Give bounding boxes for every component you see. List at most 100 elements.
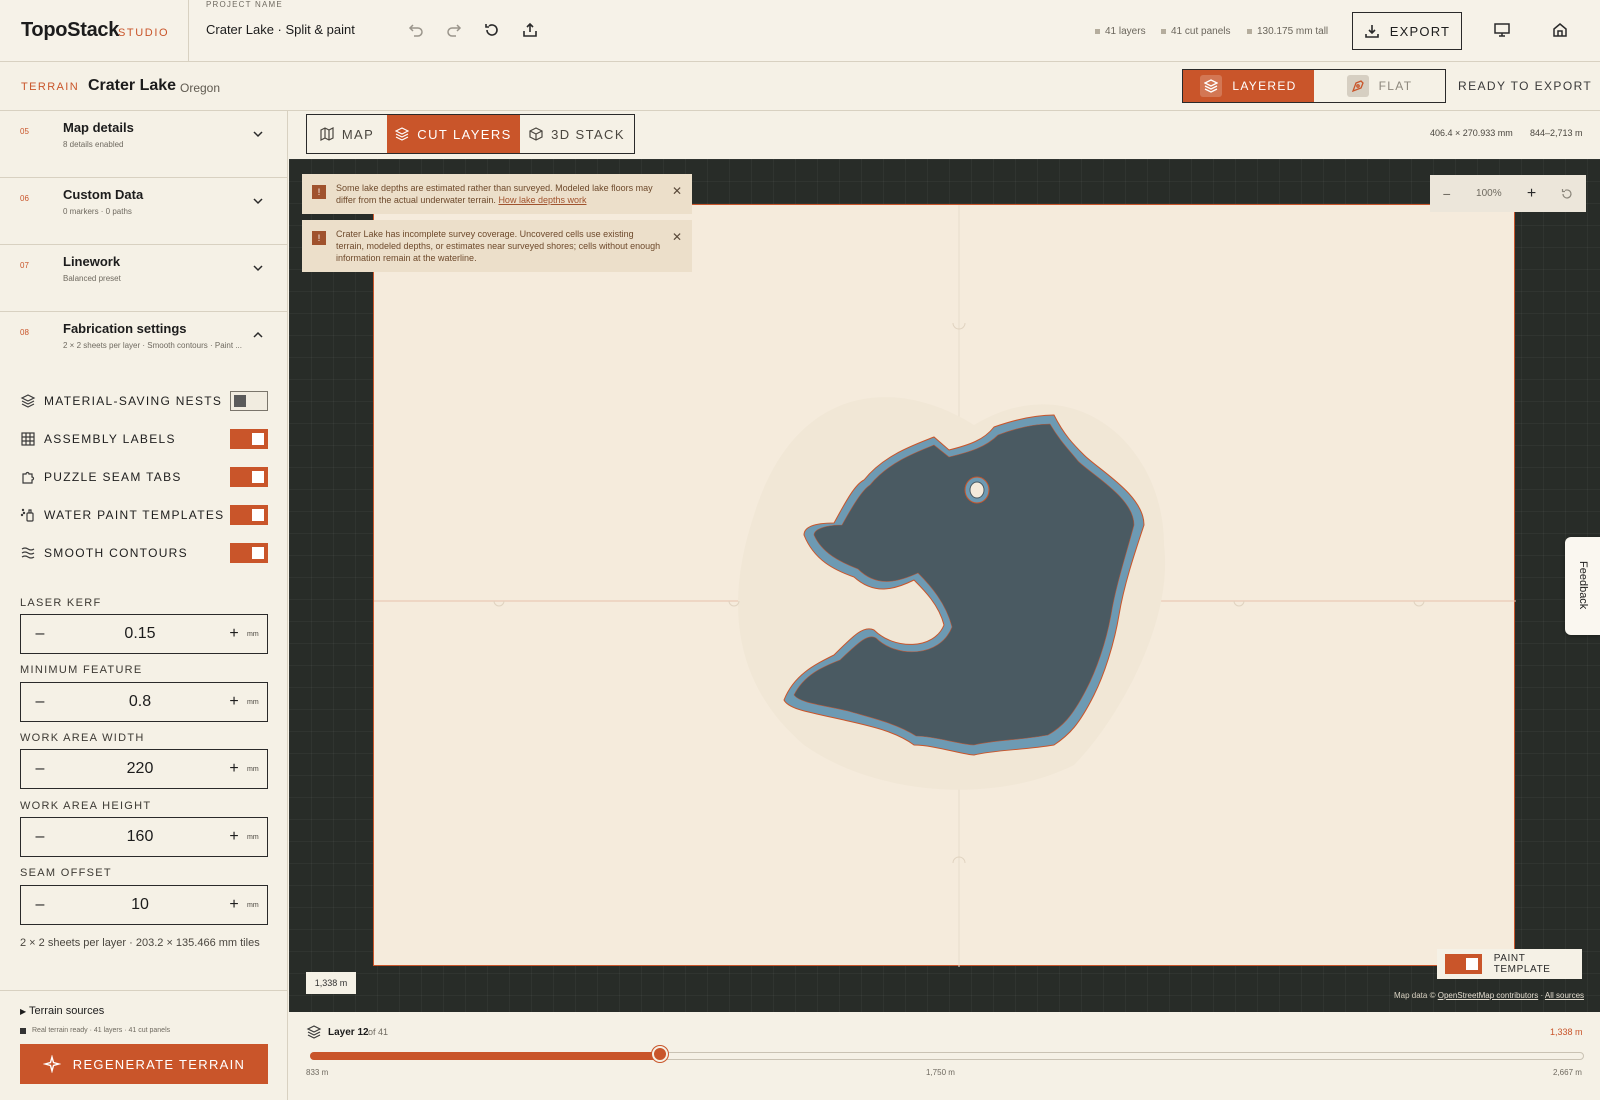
tab-map[interactable]: MAP [307,115,387,153]
work-area-height-stepper: – 160 + mm [20,817,268,857]
toggle-row-assembly-labels: ASSEMBLY LABELS [20,428,268,450]
export-button[interactable]: EXPORT [1352,12,1462,50]
redo-icon[interactable] [444,20,464,40]
reset-icon[interactable] [482,20,502,40]
increment-button[interactable]: + [221,896,247,914]
decrement-button[interactable]: – [21,693,59,711]
all-sources-link[interactable]: All sources [1545,991,1584,1000]
reset-view-icon[interactable] [1561,188,1573,200]
increment-button[interactable]: + [221,828,247,846]
assembly-labels-switch[interactable] [230,429,268,449]
zoom-level: 100% [1476,188,1502,199]
toggle-row-smooth-contours: SMOOTH CONTOURS [20,542,268,564]
warning-icon: ! [312,231,326,245]
tab-3d-stack[interactable]: 3D STACK [520,115,634,153]
close-icon[interactable]: ✕ [672,184,682,206]
section-map-details[interactable]: 05 Map details 8 details enabled [0,111,288,178]
increment-button[interactable]: + [221,760,247,778]
work-area-width-label: WORK AREA WIDTH [20,732,145,744]
work-area-width-input[interactable]: 220 [59,760,221,778]
section-linework[interactable]: 07 Linework Balanced preset [0,245,288,312]
lake-depths-link[interactable]: How lake depths work [498,195,586,205]
terrain-name: Crater Lake [88,77,177,94]
water-paint-templates-switch[interactable] [230,505,268,525]
toggle-row-puzzle-seam-tabs: PUZZLE SEAM TABS [20,466,268,488]
alert-text: Some lake depths are estimated rather th… [336,183,653,205]
layer-outline [374,205,1516,967]
smooth-contours-switch[interactable] [230,543,268,563]
paint-template-switch[interactable] [1445,954,1482,974]
terrain-sources-label: Terrain sources [29,1005,105,1017]
desktop-icon[interactable] [1492,20,1512,40]
work-area-height-input[interactable]: 160 [59,828,221,846]
app-logo-suffix: STUDIO [118,27,170,39]
view-tabs: MAP CUT LAYERS 3D STACK [306,114,635,154]
section-number: 08 [20,328,29,337]
laser-kerf-stepper: – 0.15 + mm [20,614,268,654]
tab-label: MAP [341,126,375,142]
warning-icon: ! [312,185,326,199]
toggle-label: SMOOTH CONTOURS [44,546,188,560]
toggle-label: WATER PAINT TEMPLATES [44,508,225,522]
laser-kerf-input[interactable]: 0.15 [59,625,221,643]
paint-template-control: PAINT TEMPLATE [1437,949,1582,979]
zoom-controls: − 100% + [1430,175,1586,212]
unit-label: mm [247,833,259,841]
mode-layered-label: LAYERED [1232,79,1297,93]
share-icon[interactable] [520,20,540,40]
layers-icon [395,127,410,141]
mode-flat-button[interactable]: FLAT [1314,70,1445,102]
section-fabrication-settings[interactable]: 08 Fabrication settings 2 × 2 sheets per… [0,312,288,379]
slider-tick-max: 2,667 m [1553,1068,1582,1077]
tab-label: 3D STACK [551,126,625,142]
project-name-field[interactable]: Crater Lake · Split & paint [206,22,355,37]
decrement-button[interactable]: – [21,625,59,643]
decrement-button[interactable]: – [21,896,59,914]
increment-button[interactable]: + [221,625,247,643]
map-icon [320,127,334,141]
seam-offset-input[interactable]: 10 [59,896,221,914]
increment-button[interactable]: + [221,693,247,711]
material-saving-nests-switch[interactable] [230,391,268,411]
section-subtitle: Balanced preset [63,274,121,283]
tab-label: CUT LAYERS [417,126,512,142]
puzzle-seam-tabs-switch[interactable] [230,467,268,487]
terrain-sources-disclosure[interactable]: ▶ Terrain sources [20,1005,104,1017]
undo-icon[interactable] [406,20,426,40]
decrement-button[interactable]: – [21,760,59,778]
toggle-label: ASSEMBLY LABELS [44,432,176,446]
zoom-out-button[interactable]: − [1443,186,1451,202]
section-title: Linework [63,254,121,269]
app-logo[interactable]: TopoStack [21,19,119,42]
minimum-feature-label: MINIMUM FEATURE [20,664,143,676]
minimum-feature-input[interactable]: 0.8 [59,693,221,711]
zoom-in-button[interactable]: + [1527,185,1536,203]
mode-layered-button[interactable]: LAYERED [1183,70,1314,102]
unit-label: mm [247,901,259,909]
feedback-tab[interactable]: Feedback [1565,537,1600,635]
layer-slider-fill [310,1052,661,1060]
home-icon[interactable] [1550,20,1570,40]
decrement-button[interactable]: – [21,828,59,846]
spray-paint-icon [20,507,36,523]
paint-template-label: PAINT TEMPLATE [1493,953,1551,975]
layers-icon [1200,75,1223,97]
mode-flat-label: FLAT [1378,79,1413,93]
project-name-label: PROJECT NAME [206,0,283,9]
terrain-ready-line: Real terrain ready · 41 layers · 41 cut … [20,1027,170,1034]
regenerate-terrain-button[interactable]: REGENERATE TERRAIN [20,1044,268,1084]
scale-badge: 1,338 m [306,972,356,994]
tab-cut-layers[interactable]: CUT LAYERS [387,115,520,153]
slider-tick-min: 833 m [306,1068,329,1077]
section-custom-data[interactable]: 06 Custom Data 0 markers · 0 paths [0,178,288,245]
stat-panels: 41 cut panels [1161,26,1231,37]
grid-icon [20,431,36,447]
close-icon[interactable]: ✕ [672,230,682,264]
chevron-down-icon [250,260,266,276]
section-number: 07 [20,261,29,270]
osm-link[interactable]: OpenStreetMap contributors [1438,991,1539,1000]
puzzle-icon [20,469,36,485]
caret-right-icon: ▶ [20,1007,27,1016]
work-area-height-label: WORK AREA HEIGHT [20,800,152,812]
chevron-down-icon [250,126,266,142]
